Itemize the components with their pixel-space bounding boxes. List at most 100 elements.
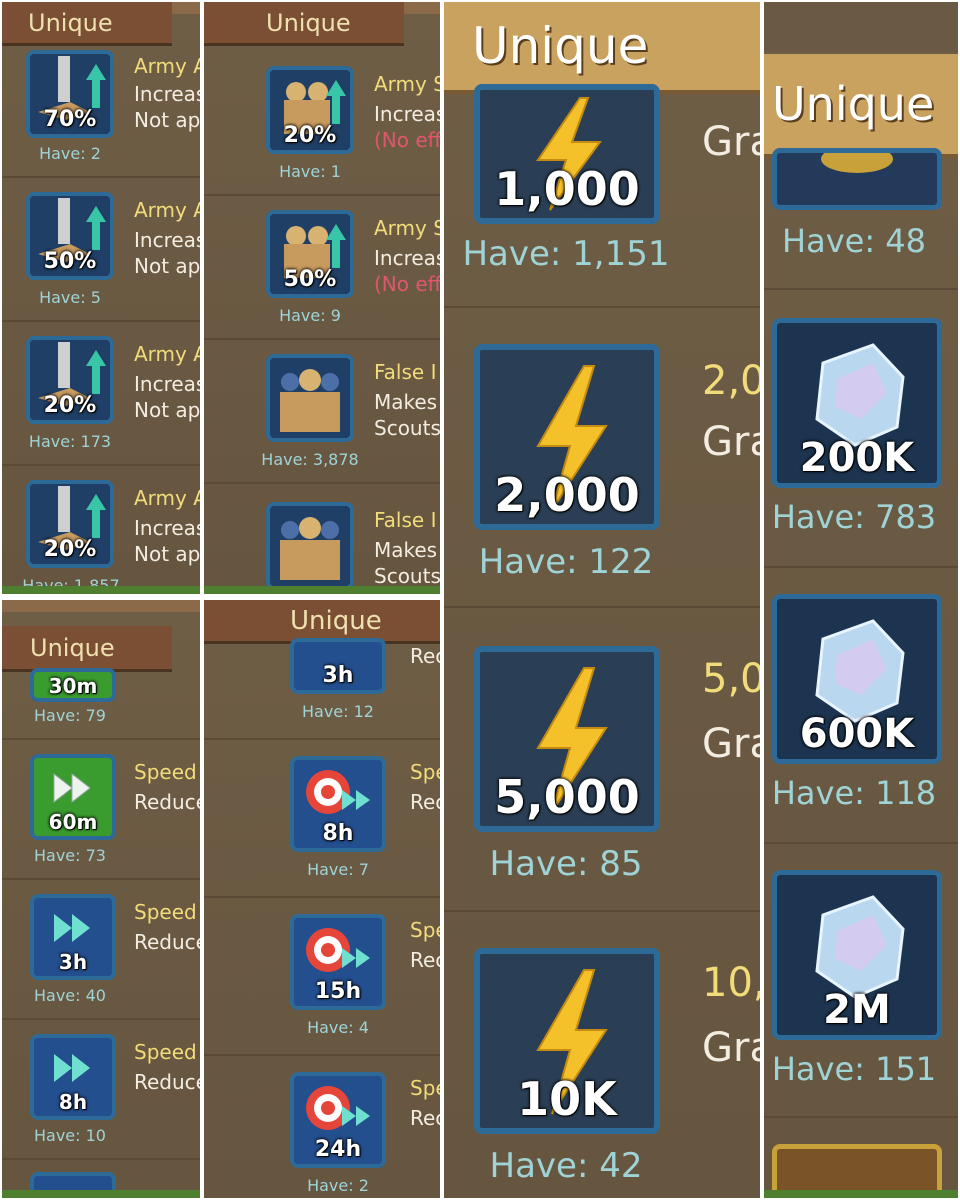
have-count: Have: 783 xyxy=(771,498,937,536)
list-item[interactable]: 60m Have: 73 Speed Reduce xyxy=(2,740,200,880)
list-item[interactable]: 24h Have: 2 Spe Rec xyxy=(204,1056,440,1198)
tab-unique[interactable]: Unique xyxy=(764,54,958,158)
item-desc: Gra xyxy=(702,1025,760,1071)
list-item[interactable]: 200K Have: 783 xyxy=(764,290,958,568)
speedup-icon[interactable]: 3h xyxy=(30,894,116,980)
have-count: Have: 42 xyxy=(489,1146,643,1186)
boost-amount: 70% xyxy=(43,107,97,132)
speedup-icon[interactable]: 8h xyxy=(30,1034,116,1120)
tab-unique[interactable]: Unique xyxy=(2,626,172,672)
have-count: Have: 7 xyxy=(307,860,369,879)
have-count: Have: 40 xyxy=(34,986,106,1005)
gem-crystal-icon[interactable]: 2M xyxy=(772,870,942,1040)
list-item[interactable]: 3h Have: 12 Rec xyxy=(204,638,440,740)
army-attack-boost-icon[interactable]: 70% xyxy=(26,50,114,138)
gem-crystal-icon[interactable]: 200K xyxy=(772,318,942,488)
target-speedup-icon[interactable]: 3h xyxy=(290,638,386,694)
list-item[interactable]: 3h Have: 40 Speed Reduce xyxy=(2,880,200,1020)
item-desc: Makes xyxy=(374,538,438,562)
item-desc-2: Not ap xyxy=(134,108,200,132)
list-item[interactable]: 8h Have: 7 Spe Rec xyxy=(204,740,440,898)
have-count: Have: 1 xyxy=(279,162,341,181)
speedup-duration: 8h xyxy=(58,1090,88,1114)
item-desc: Increas xyxy=(374,246,440,270)
energy-bolt-icon[interactable]: 2,000 xyxy=(474,344,660,530)
army-attack-boost-icon[interactable]: 20% xyxy=(26,336,114,424)
energy-amount: 10K xyxy=(517,1072,617,1126)
gem-chest-icon[interactable] xyxy=(772,148,942,210)
list-item[interactable]: False I Makes Scouts xyxy=(204,484,440,594)
list-item[interactable]: 600K Have: 118 xyxy=(764,568,958,844)
tab-bar xyxy=(2,600,200,612)
army-attack-boost-icon[interactable]: 20% xyxy=(26,480,114,568)
list-item[interactable]: 20% Have: 1,857 Army A Increas Not ap xyxy=(2,466,200,594)
energy-bolt-icon[interactable]: 10K xyxy=(474,948,660,1134)
tab-unique[interactable]: Unique xyxy=(204,2,404,46)
bottom-bar xyxy=(2,1190,200,1198)
false-intel-icon[interactable] xyxy=(266,502,354,590)
energy-amount: 5,000 xyxy=(494,770,640,824)
army-soldier-boost-icon[interactable]: 20% xyxy=(266,66,354,154)
list-item[interactable]: 8h Have: 10 Speed Reduce xyxy=(2,1020,200,1160)
item-title: Army A xyxy=(134,54,200,78)
item-title: Army A xyxy=(134,198,200,222)
item-desc: Gra xyxy=(702,119,760,165)
list-item[interactable]: 10K Have: 42 10, Gra xyxy=(444,912,760,1198)
item-title: Army S xyxy=(374,216,440,240)
item-title: Army A xyxy=(134,486,200,510)
item-desc: Increas xyxy=(134,372,200,396)
speedup-duration: 3h xyxy=(58,950,88,974)
tab-unique[interactable]: Unique xyxy=(2,2,172,46)
item-desc: Increas xyxy=(374,102,440,126)
have-count: Have: 10 xyxy=(34,1126,106,1145)
energy-bolt-icon[interactable]: 5,000 xyxy=(474,646,660,832)
list-item[interactable]: 15h Have: 4 Spe Rec xyxy=(204,898,440,1056)
item-title: Army S xyxy=(374,72,440,96)
list-item[interactable]: 70% Have: 2 Army A Increas Not ap xyxy=(2,46,200,178)
item-desc: Rec xyxy=(410,948,440,972)
gem-amount: 2M xyxy=(823,987,891,1033)
tab-unique[interactable]: Unique xyxy=(444,2,760,94)
list-item[interactable]: 50% Have: 9 Army S Increas (No eff xyxy=(204,196,440,340)
no-effect-note: (No eff xyxy=(374,272,440,296)
list-item[interactable]: 5,000 Have: 85 5,0 Gra xyxy=(444,608,760,912)
list-item[interactable]: 50% Have: 5 Army A Increas Not ap xyxy=(2,178,200,322)
target-speedup-icon[interactable]: 8h xyxy=(290,756,386,852)
bottom-bar xyxy=(204,586,440,594)
have-count: Have: 79 xyxy=(34,706,106,725)
speedup-duration: 30m xyxy=(48,674,98,698)
item-desc: Increas xyxy=(134,82,200,106)
army-soldier-boost-icon[interactable]: 50% xyxy=(266,210,354,298)
list-item[interactable]: 20% Have: 173 Army A Increas Not ap xyxy=(2,322,200,466)
energy-bolt-icon[interactable]: 1,000 xyxy=(474,84,660,224)
gem-crystal-icon[interactable]: 600K xyxy=(772,594,942,764)
bottom-bar xyxy=(2,586,200,594)
item-title: 5,0 xyxy=(702,656,760,702)
list-item[interactable]: 30m Have: 79 xyxy=(2,668,200,740)
speedup-icon[interactable]: 60m xyxy=(30,754,116,840)
list-item[interactable]: Have: 48 xyxy=(764,148,958,290)
list-item[interactable]: 2,000 Have: 122 2,0 Gra xyxy=(444,308,760,608)
item-desc: Reduce xyxy=(134,1070,200,1094)
list-item[interactable]: 2M Have: 151 xyxy=(764,844,958,1118)
speedup-icon[interactable]: 30m xyxy=(30,668,116,702)
have-count: Have: 9 xyxy=(279,306,341,325)
target-speedup-icon[interactable]: 24h xyxy=(290,1072,386,1168)
panel-speedups: Unique 30m Have: 79 60m Have: 73 Speed R… xyxy=(2,600,200,1198)
have-count: Have: 48 xyxy=(782,222,926,260)
speedup-duration: 60m xyxy=(48,810,98,834)
list-item[interactable]: Have: 3,878 False I Makes Scouts xyxy=(204,340,440,484)
boost-amount: 20% xyxy=(43,537,97,562)
army-attack-boost-icon[interactable]: 50% xyxy=(26,192,114,280)
item-desc-2: Scouts xyxy=(374,416,440,440)
item-desc: Increas xyxy=(134,516,200,540)
have-count: Have: 73 xyxy=(34,846,106,865)
false-intel-icon[interactable] xyxy=(266,354,354,442)
list-item[interactable]: 20% Have: 1 Army S Increas (No eff xyxy=(204,52,440,196)
speedup-duration: 24h xyxy=(314,1137,362,1162)
have-count: Have: 2 xyxy=(307,1176,369,1195)
item-title: 10, xyxy=(702,960,760,1006)
target-speedup-icon[interactable]: 15h xyxy=(290,914,386,1010)
boost-amount: 20% xyxy=(43,393,97,418)
list-item[interactable]: 1,000 Have: 1,151 Gra xyxy=(444,84,760,308)
